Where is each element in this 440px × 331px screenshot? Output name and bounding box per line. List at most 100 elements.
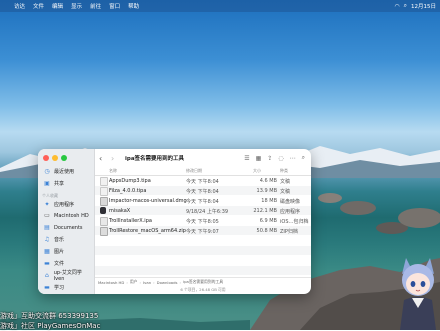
file-list-header: 名称 修改日期 大小 种类 — [95, 167, 311, 176]
search-icon[interactable]: ⌕ — [302, 154, 305, 162]
home-icon: ⌂ — [44, 272, 49, 279]
empty-row — [95, 236, 311, 245]
finder-window: ◷ 最近使用 ▣ 共享 个人收藏 ✦ 应用程序 ▭ Macintosh HD ▤… — [38, 149, 311, 294]
sidebar-item-label: 音乐 — [54, 237, 65, 243]
forward-icon[interactable]: › — [111, 154, 119, 163]
sidebar-item-study[interactable]: ▬ 学习 — [43, 283, 91, 292]
file-date: 今天 下午8:05 — [186, 219, 219, 225]
path-bar: Macintosh HD › 用户 › Ivan › Downloads › i… — [95, 277, 311, 286]
file-row[interactable]: misakaX 9/18/24 上午6:39 212.1 MB 应用程序 — [95, 206, 311, 215]
search-icon[interactable]: ⌕ — [404, 2, 407, 10]
sidebar-item-label: 文件 — [54, 261, 65, 267]
share-icon: ▣ — [44, 180, 50, 187]
column-size[interactable]: 大小 — [253, 168, 261, 174]
music-icon: ♫ — [44, 236, 50, 243]
menu-item-view[interactable]: 显示 — [71, 2, 82, 10]
sidebar-section-label: 个人收藏 — [42, 193, 58, 198]
sidebar-item-label: up-艾文同学Iven — [53, 270, 82, 282]
overlay-text-line1: 游戏」互助交流群 653399135 — [0, 312, 99, 320]
empty-row — [95, 256, 311, 265]
tag-icon[interactable]: ◌ — [278, 155, 283, 162]
sidebar-item-macintosh-hd[interactable]: ▭ Macintosh HD — [43, 211, 91, 220]
sidebar-item-applications[interactable]: ✦ 应用程序 — [43, 200, 91, 209]
share-icon[interactable]: ⇪ — [267, 155, 272, 162]
finder-main: ‹ › ipa签名需要用到的工具 ☰ ▦ ⇪ ◌ ⋯ ⌕ 名称 修改日期 大小 … — [95, 149, 311, 294]
dmg-icon — [100, 197, 108, 206]
view-list-icon[interactable]: ☰ — [244, 155, 249, 162]
wifi-icon[interactable]: ◠ — [394, 3, 399, 10]
sidebar-item-label: 图片 — [54, 249, 65, 255]
doc-icon — [100, 177, 108, 186]
path-segment[interactable]: Downloads — [157, 280, 178, 285]
sidebar-item-shared[interactable]: ▣ 共享 — [43, 179, 91, 188]
file-size: 6.9 MB — [259, 218, 277, 224]
menubar-clock[interactable]: 12月15日 — [411, 2, 436, 10]
file-name: TrollInstallerX.ipa — [109, 218, 152, 224]
clock-icon: ◷ — [44, 168, 50, 175]
sidebar-item-home[interactable]: ⌂ up-艾文同学Iven — [43, 270, 91, 282]
more-icon[interactable]: ⋯ — [290, 155, 296, 162]
sidebar-item-music[interactable]: ♫ 音乐 — [43, 235, 91, 244]
path-separator-icon: › — [139, 279, 141, 285]
file-size: 13.9 MB — [256, 188, 277, 194]
file-date: 今天 下午8:04 — [186, 179, 219, 185]
finder-sidebar: ◷ 最近使用 ▣ 共享 个人收藏 ✦ 应用程序 ▭ Macintosh HD ▤… — [38, 149, 95, 294]
file-row[interactable]: AppsDump3.tipa 今天 下午8:04 4.6 MB 文稿 — [95, 176, 311, 186]
menu-item-go[interactable]: 前往 — [90, 2, 101, 10]
file-kind: 文稿 — [280, 189, 291, 195]
path-segment[interactable]: ipa签名需要用到的工具 — [183, 279, 223, 285]
file-row[interactable]: TrollInstallerX.ipa 今天 下午8:05 6.9 MB iOS… — [95, 216, 311, 226]
menu-item-window[interactable]: 窗口 — [109, 2, 120, 10]
menu-item-edit[interactable]: 编辑 — [52, 2, 63, 10]
file-kind: iOS…包归档 — [280, 219, 309, 225]
file-kind: 文稿 — [280, 179, 291, 185]
empty-row — [95, 246, 311, 255]
close-button[interactable] — [43, 155, 49, 161]
file-row[interactable]: TrollRestore_macOS_arm64.zip 今天 下午9:07 5… — [95, 226, 311, 236]
path-segment[interactable]: 用户 — [130, 279, 138, 285]
folder-icon: ▬ — [44, 260, 50, 267]
back-icon[interactable]: ‹ — [99, 154, 107, 163]
sidebar-item-label: 应用程序 — [54, 202, 75, 208]
zoom-button[interactable] — [61, 155, 67, 161]
file-date: 9/18/24 上午6:39 — [186, 209, 229, 215]
file-date: 今天 下午8:04 — [186, 189, 219, 195]
doc-icon — [100, 187, 108, 196]
file-kind: 应用程序 — [280, 209, 301, 215]
column-kind[interactable]: 种类 — [280, 168, 288, 174]
menu-bar: 访达 文件 编辑 显示 前往 窗口 帮助 ◠ ⌕ 12月15日 — [0, 0, 440, 12]
sidebar-item-pictures[interactable]: ▦ 图片 — [43, 247, 91, 256]
sidebar-item-files[interactable]: ▬ 文件 — [43, 259, 91, 268]
path-segment[interactable]: Ivan — [143, 280, 151, 285]
disk-icon: ▭ — [44, 212, 50, 219]
column-name[interactable]: 名称 — [109, 168, 117, 174]
path-separator-icon: › — [179, 279, 182, 285]
file-date: 今天 下午8:04 — [186, 199, 219, 205]
file-name: AppsDump3.tipa — [109, 178, 151, 184]
window-controls — [43, 155, 67, 161]
path-segment[interactable]: Macintosh HD — [98, 280, 124, 285]
file-kind: ZIP归档 — [280, 229, 298, 235]
file-size: 4.6 MB — [259, 178, 277, 184]
file-name: Impactor-macos-universal.dmg — [109, 198, 187, 204]
menu-item-finder[interactable]: 访达 — [14, 2, 25, 10]
sidebar-item-label: Macintosh HD — [54, 212, 89, 219]
file-row[interactable]: Filza_4.0.0.tipa 今天 下午8:04 13.9 MB 文稿 — [95, 186, 311, 196]
sidebar-item-documents[interactable]: ▤ Documents — [43, 223, 91, 232]
doc-icon: ▤ — [44, 224, 50, 231]
app-icon — [100, 207, 106, 214]
column-date[interactable]: 修改日期 — [186, 168, 202, 174]
file-name: TrollRestore_macOS_arm64.zip — [109, 228, 186, 234]
window-title: ipa签名需要用到的工具 — [125, 156, 185, 162]
menu-item-file[interactable]: 文件 — [33, 2, 44, 10]
file-row[interactable]: Impactor-macos-universal.dmg 今天 下午8:04 1… — [95, 196, 311, 206]
group-icon[interactable]: ▦ — [256, 155, 262, 162]
apps-icon: ✦ — [44, 201, 50, 208]
empty-row — [95, 266, 311, 275]
file-name: misakaX — [109, 208, 131, 214]
file-size: 212.1 MB — [253, 208, 277, 214]
menu-item-help[interactable]: 帮助 — [128, 2, 139, 10]
file-date: 今天 下午9:07 — [186, 229, 219, 235]
minimize-button[interactable] — [52, 155, 58, 161]
sidebar-item-recents[interactable]: ◷ 最近使用 — [43, 167, 91, 176]
